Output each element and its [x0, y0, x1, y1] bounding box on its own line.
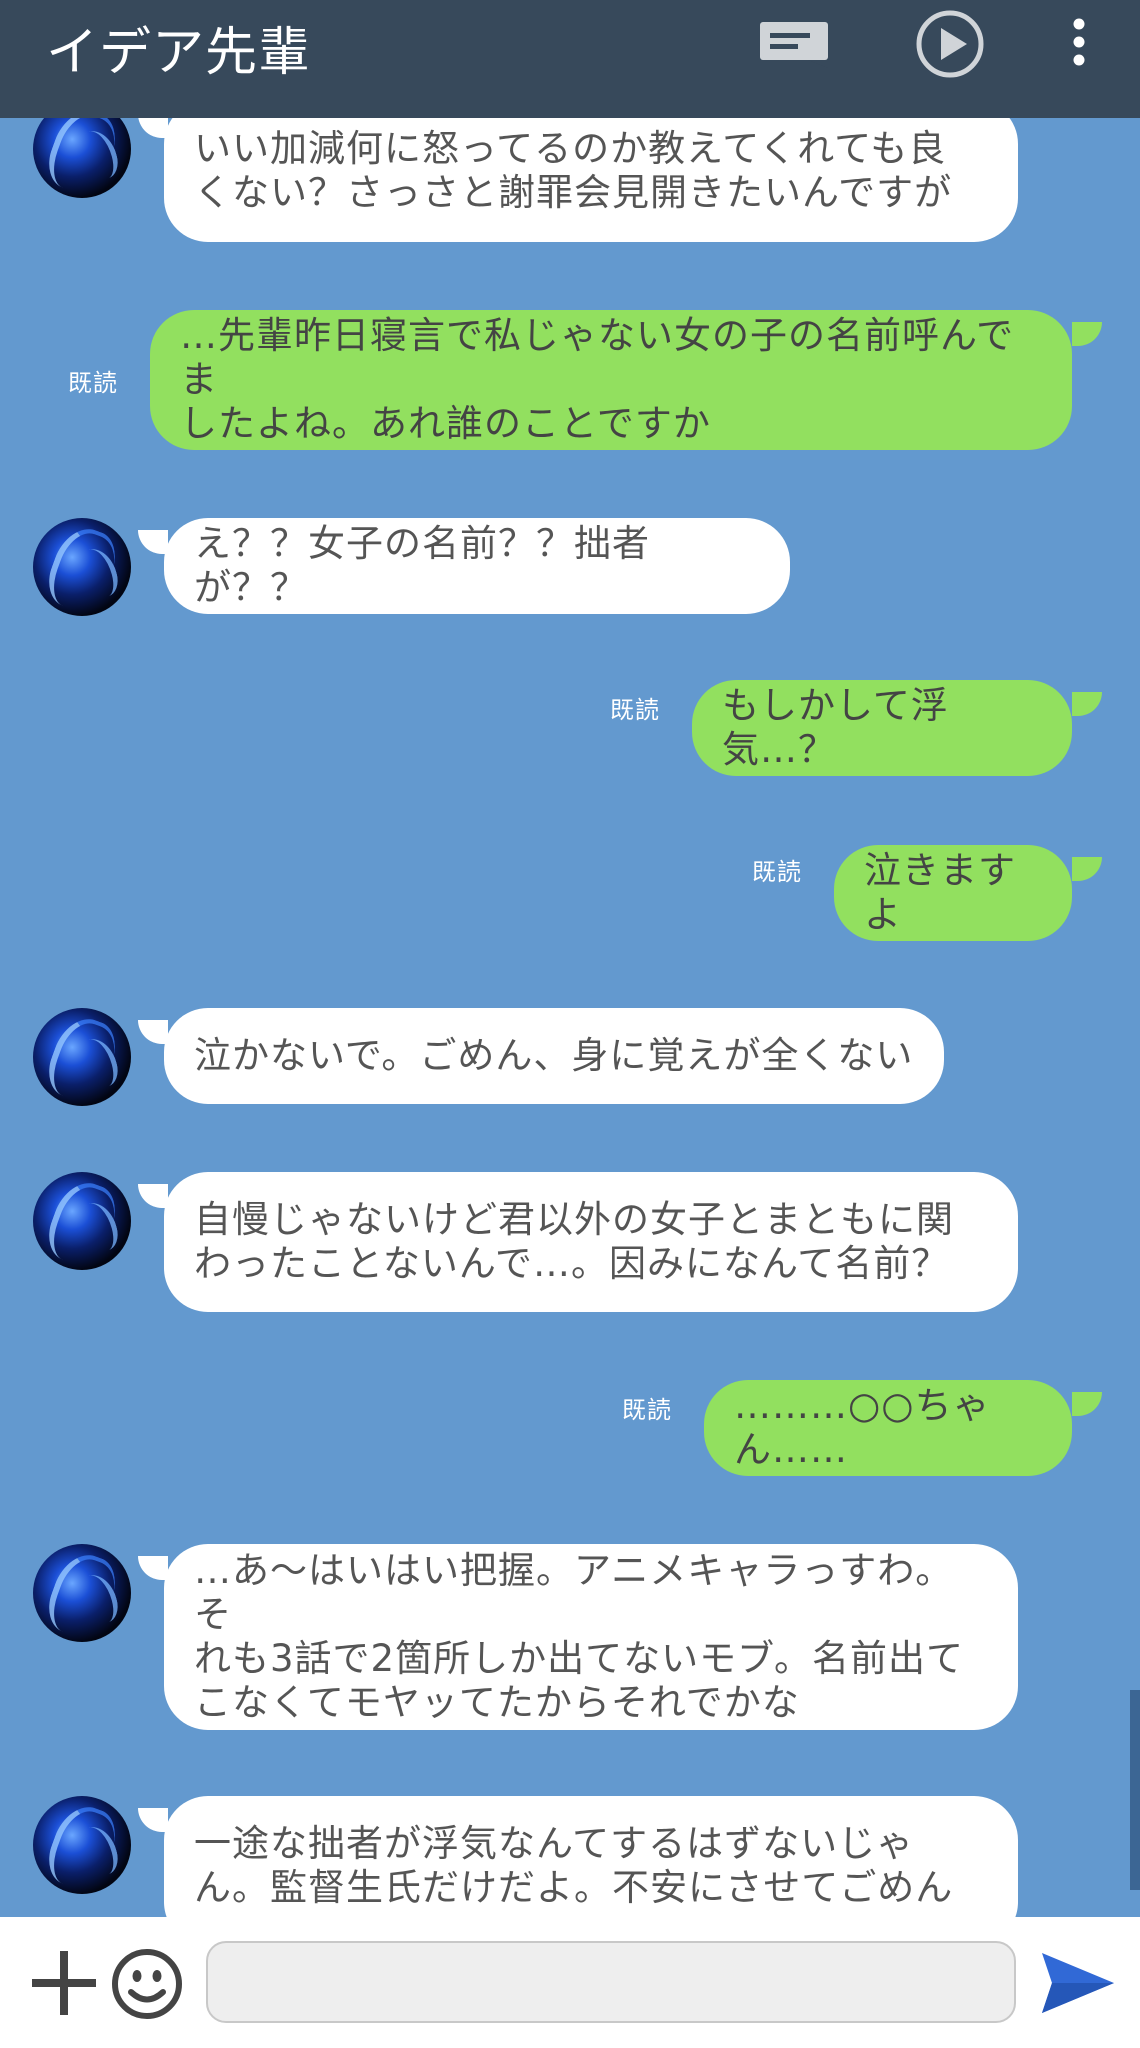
message-line: こなくてモヤッてたからそれでかな: [194, 1681, 800, 1724]
read-receipt: 既読: [610, 696, 660, 724]
scrollbar[interactable]: [1130, 1690, 1140, 1890]
bubble-tail: [1072, 1392, 1102, 1416]
chat-header: イデア先輩: [0, 0, 1140, 118]
message-input-bar: [0, 1917, 1140, 2048]
chat-area[interactable]: いい加減何に怒ってるのか教えてくれても良 くない？さっさと謝罪会見開きたいんです…: [0, 0, 1140, 1917]
incoming-message[interactable]: 自慢じゃないけど君以外の女子とまともに関 わったことないんで…。因みになんて名前…: [164, 1172, 1018, 1312]
emoji-icon[interactable]: [110, 1947, 184, 2021]
message-line: ん。監督生氏だけだよ。不安にさせてごめん: [194, 1866, 954, 1909]
read-receipt: 既読: [68, 369, 118, 397]
contact-avatar[interactable]: [33, 1008, 131, 1106]
message-list-icon[interactable]: [756, 18, 832, 82]
outgoing-message[interactable]: 泣きますよ: [834, 845, 1072, 941]
incoming-message[interactable]: 泣かないで。ごめん、身に覚えが全くない: [164, 1008, 944, 1104]
message-line: …先輩昨日寝言で私じゃない女の子の名前呼んでま: [180, 314, 1015, 401]
incoming-message[interactable]: いい加減何に怒ってるのか教えてくれても良 くない？さっさと謝罪会見開きたいんです…: [164, 100, 1018, 242]
bubble-tail: [138, 1184, 168, 1208]
bubble-tail: [1072, 857, 1102, 881]
message-line: 泣かないで。ごめん、身に覚えが全くない: [194, 1034, 914, 1077]
message-line: したよね。あれ誰のことですか: [180, 402, 711, 445]
incoming-message[interactable]: え？？女子の名前？？拙者が？？: [164, 518, 790, 614]
message-line: ………○○ちゃん……: [734, 1384, 991, 1471]
bubble-tail: [1072, 322, 1102, 346]
contact-avatar[interactable]: [33, 1172, 131, 1270]
read-receipt: 既読: [752, 858, 802, 886]
message-line: 一途な拙者が浮気なんてするはずないじゃ: [194, 1822, 915, 1865]
bubble-tail: [138, 1556, 168, 1580]
message-line: …あ〜はいはい把握。アニメキャラっすわ。そ: [194, 1549, 954, 1636]
contact-name: イデア先輩: [46, 23, 312, 83]
message-line: れも3話で2箇所しか出てないモブ。名前出て: [194, 1637, 964, 1680]
bubble-tail: [138, 1020, 168, 1044]
outgoing-message[interactable]: …先輩昨日寝言で私じゃない女の子の名前呼んでま したよね。あれ誰のことですか: [150, 310, 1072, 450]
contact-avatar[interactable]: [33, 1544, 131, 1642]
bubble-tail: [138, 530, 168, 554]
contact-avatar[interactable]: [33, 518, 131, 616]
message-line: もしかして浮気…？: [722, 684, 949, 771]
play-circle-icon[interactable]: [914, 8, 986, 78]
message-line: わったことないんで…。因みになんて名前？: [194, 1242, 950, 1285]
contact-avatar[interactable]: [33, 1796, 131, 1894]
bubble-tail: [138, 1808, 168, 1832]
message-input[interactable]: [206, 1941, 1016, 2023]
bubble-tail: [1072, 692, 1102, 716]
message-line: いい加減何に怒ってるのか教えてくれても良: [194, 127, 947, 170]
outgoing-message[interactable]: ………○○ちゃん……: [704, 1380, 1072, 1476]
more-vert-icon[interactable]: [1066, 16, 1092, 80]
message-line: 泣きますよ: [864, 849, 1016, 936]
message-line: 自慢じゃないけど君以外の女子とまともに関: [194, 1198, 954, 1241]
incoming-message[interactable]: …あ〜はいはい把握。アニメキャラっすわ。そ れも3話で2箇所しか出てないモブ。名…: [164, 1544, 1018, 1730]
read-receipt: 既読: [622, 1396, 672, 1424]
incoming-message[interactable]: 一途な拙者が浮気なんてするはずないじゃ ん。監督生氏だけだよ。不安にさせてごめん: [164, 1796, 1018, 1917]
send-icon[interactable]: [1040, 1951, 1116, 2015]
message-line: え？？女子の名前？？拙者が？？: [194, 522, 650, 609]
plus-icon[interactable]: [30, 1949, 98, 2017]
outgoing-message[interactable]: もしかして浮気…？: [692, 680, 1072, 776]
message-line: くない？さっさと謝罪会見開きたいんですが: [194, 171, 953, 214]
